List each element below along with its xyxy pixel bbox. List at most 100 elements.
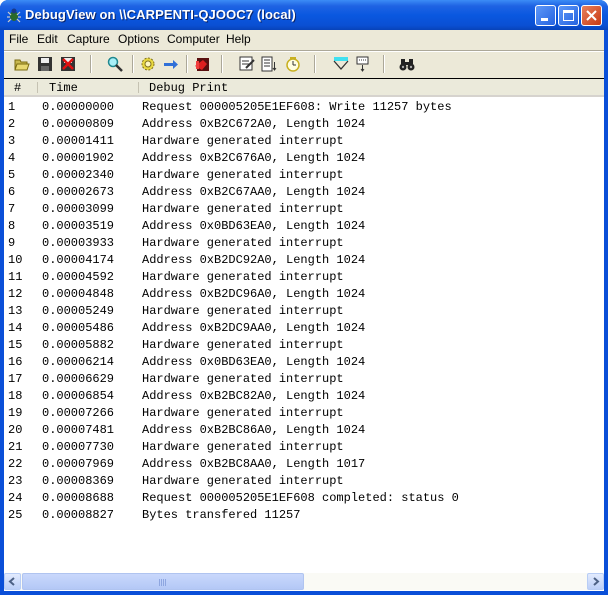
row-number: 25 (8, 508, 23, 522)
table-row[interactable]: 8 0.00003519 Address 0x0BD63EA0, Length 10… (4, 218, 604, 235)
row-time: 0.00007969 (42, 457, 115, 471)
title-bar[interactable]: DebugView on \\CARPENTI-QJOOC7 (local) (0, 0, 608, 30)
menu-options[interactable]: Options (118, 32, 159, 46)
row-number: 1 (8, 100, 16, 114)
minimize-button[interactable] (535, 5, 556, 26)
scrollbar-grip (159, 579, 167, 586)
table-row[interactable]: 21 0.00007730 Hardware generated interrupt (4, 439, 604, 456)
row-debug-print: Request 000005205E1EF608 completed: stat… (142, 491, 459, 505)
table-row[interactable]: 3 0.00001411 Hardware generated interrupt (4, 133, 604, 150)
close-button[interactable] (581, 5, 602, 26)
row-time: 0.00007730 (42, 440, 115, 454)
debug-output-list[interactable]: # Time Debug Print 1 0.00000000 Request 00… (4, 78, 604, 591)
table-row[interactable]: 4 0.00001902 Address 0xB2C676A0, Length 10… (4, 150, 604, 167)
open-button[interactable] (12, 54, 32, 74)
row-debug-print: Hardware generated interrupt (142, 304, 344, 318)
table-row[interactable]: 22 0.00007969 Address 0xB2BC8AA0, Length 1… (4, 456, 604, 473)
table-row[interactable]: 14 0.00005486 Address 0xB2DC9AA0, Length 1… (4, 320, 604, 337)
row-number: 20 (8, 423, 23, 437)
find-button[interactable] (397, 54, 417, 74)
row-number: 13 (8, 304, 23, 318)
table-row[interactable]: 5 0.00002340 Hardware generated interrupt (4, 167, 604, 184)
gear-icon (141, 57, 155, 71)
horizontal-scrollbar[interactable] (4, 573, 604, 590)
column-divider[interactable] (37, 82, 38, 93)
row-debug-print: Address 0x0BD63EA0, Length 1024 (142, 219, 366, 233)
table-row[interactable]: 6 0.00002673 Address 0xB2C67AA0, Length 10… (4, 184, 604, 201)
table-row[interactable]: 1 0.00000000 Request 000005205E1EF608: Wri… (4, 99, 604, 116)
toolbar-separator (314, 55, 316, 73)
clear-display-button[interactable] (58, 54, 78, 74)
scrollbar-thumb[interactable] (22, 573, 304, 590)
debugview-window: DebugView on \\CARPENTI-QJOOC7 (local) F… (0, 0, 608, 595)
row-debug-print: Hardware generated interrupt (142, 202, 344, 216)
client-area: File Edit Capture Options Computer Help (4, 30, 604, 591)
row-time: 0.00008688 (42, 491, 115, 505)
filter-button[interactable] (331, 54, 351, 74)
table-row[interactable]: 24 0.00008688 Request 000005205E1EF608 com… (4, 490, 604, 507)
row-number: 19 (8, 406, 23, 420)
row-time: 0.00007481 (42, 423, 115, 437)
toolbar-separator (132, 55, 134, 73)
binoculars-find-icon (399, 59, 415, 71)
table-row[interactable]: 20 0.00007481 Address 0xB2BC86A0, Length 1… (4, 422, 604, 439)
table-row[interactable]: 15 0.00005882 Hardware generated interrupt (4, 337, 604, 354)
row-time: 0.00004848 (42, 287, 115, 301)
row-number: 24 (8, 491, 23, 505)
menu-capture[interactable]: Capture (67, 32, 110, 46)
row-time: 0.00006214 (42, 355, 115, 369)
column-header-number[interactable]: # (14, 81, 21, 95)
row-time: 0.00003933 (42, 236, 115, 250)
save-icon (38, 57, 52, 71)
capture-button[interactable] (105, 54, 125, 74)
row-time: 0.00006629 (42, 372, 115, 386)
table-row[interactable]: 16 0.00006214 Address 0x0BD63EA0, Length 1… (4, 354, 604, 371)
table-row[interactable]: 9 0.00003933 Hardware generated interrupt (4, 235, 604, 252)
autoscroll-button[interactable] (259, 54, 279, 74)
row-debug-print: Hardware generated interrupt (142, 134, 344, 148)
row-debug-print: Address 0xB2DC9AA0, Length 1024 (142, 321, 366, 335)
toolbar-separator (221, 55, 223, 73)
column-divider[interactable] (138, 82, 139, 93)
save-button[interactable] (35, 54, 55, 74)
table-row[interactable]: 10 0.00004174 Address 0xB2DC92A0, Length 1… (4, 252, 604, 269)
clock-time-button[interactable] (237, 54, 257, 74)
table-row[interactable]: 7 0.00003099 Hardware generated interrupt (4, 201, 604, 218)
scroll-right-button[interactable] (587, 573, 604, 590)
column-header-time[interactable]: Time (49, 81, 78, 95)
table-row[interactable]: 2 0.00000809 Address 0xB2C672A0, Length 10… (4, 116, 604, 133)
capture-events-icon (195, 58, 209, 71)
table-row[interactable]: 13 0.00005249 Hardware generated interrupt (4, 303, 604, 320)
pass-through-button[interactable] (161, 54, 181, 74)
row-debug-print: Address 0xB2DC96A0, Length 1024 (142, 287, 366, 301)
row-number: 4 (8, 151, 16, 165)
table-row[interactable]: 19 0.00007266 Hardware generated interrupt (4, 405, 604, 422)
capture-kernel-button[interactable] (138, 54, 158, 74)
scroll-left-button[interactable] (4, 573, 21, 590)
row-debug-print: Request 000005205E1EF608: Write 11257 by… (142, 100, 452, 114)
column-header-debug-print[interactable]: Debug Print (149, 81, 228, 95)
capture-events-button[interactable] (192, 54, 212, 74)
debugview-bug-icon (7, 8, 21, 23)
row-number: 10 (8, 253, 23, 267)
table-row[interactable]: 11 0.00004592 Hardware generated interrupt (4, 269, 604, 286)
table-row[interactable]: 17 0.00006629 Hardware generated interrupt (4, 371, 604, 388)
row-time: 0.00000000 (42, 100, 115, 114)
maximize-button[interactable] (558, 5, 579, 26)
table-row[interactable]: 12 0.00004848 Address 0xB2DC96A0, Length 1… (4, 286, 604, 303)
menu-file[interactable]: File (9, 32, 28, 46)
row-debug-print: Address 0x0BD63EA0, Length 1024 (142, 355, 366, 369)
menu-help[interactable]: Help (226, 32, 251, 46)
table-row[interactable]: 18 0.00006854 Address 0xB2BC82A0, Length 1… (4, 388, 604, 405)
menu-computer[interactable]: Computer (167, 32, 220, 46)
menu-edit[interactable]: Edit (37, 32, 58, 46)
row-number: 17 (8, 372, 23, 386)
show-milliseconds-button[interactable] (283, 54, 303, 74)
row-debug-print: Hardware generated interrupt (142, 372, 344, 386)
row-debug-print: Hardware generated interrupt (142, 406, 344, 420)
row-time: 0.00001902 (42, 151, 115, 165)
table-row[interactable]: 25 0.00008827 Bytes transfered 11257 (4, 507, 604, 524)
table-row[interactable]: 23 0.00008369 Hardware generated interrupt (4, 473, 604, 490)
row-time: 0.00006854 (42, 389, 115, 403)
history-depth-button[interactable] (353, 54, 373, 74)
